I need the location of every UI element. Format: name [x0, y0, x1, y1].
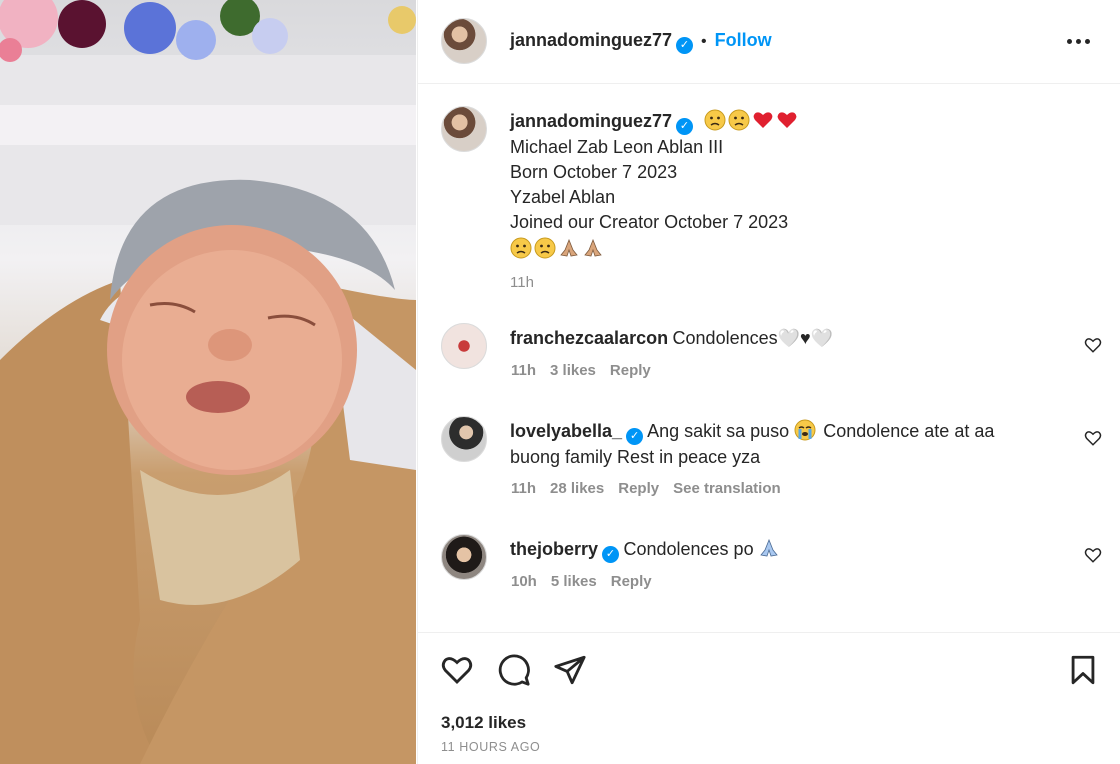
caption-username[interactable]: jannadominguez77: [510, 111, 672, 131]
more-icon[interactable]: [1067, 30, 1093, 54]
comment-like-heart-icon[interactable]: [1084, 336, 1102, 354]
comment-body: thejoberry ✓ Condolences po: [510, 537, 782, 563]
crying-face-icon: [510, 237, 532, 259]
comment-likes[interactable]: 3 likes: [550, 362, 596, 379]
folded-hands-icon: [584, 238, 602, 257]
commenter-avatar[interactable]: [441, 323, 487, 369]
comment-body: lovelyabella_ ✓ Ang sakit sa puso Condole…: [510, 419, 1070, 470]
comment-username[interactable]: thejoberry: [510, 539, 598, 559]
baby-photo-illustration: [0, 0, 416, 764]
comment-body: franchezcaalarcon Condolences🤍♥🤍: [510, 326, 833, 351]
commenter-avatar[interactable]: [441, 534, 487, 580]
caption-time[interactable]: 11h: [510, 274, 1090, 291]
reply-button[interactable]: Reply: [611, 573, 652, 590]
post-timestamp[interactable]: 11 HOURS AGO: [441, 740, 540, 754]
author-username[interactable]: jannadominguez77: [510, 30, 672, 50]
comment-text-line2: buong family Rest in peace yza: [510, 447, 761, 467]
comment-like-heart-icon[interactable]: [1084, 429, 1102, 447]
caption-first-line: jannadominguez77 ✓: [510, 109, 1090, 135]
share-icon[interactable]: [553, 653, 587, 687]
verified-icon: ✓: [626, 428, 644, 445]
comment-text: Condolences po: [623, 539, 754, 559]
verified-icon: ✓: [676, 37, 694, 54]
comment-time[interactable]: 11h: [511, 480, 536, 497]
comment-meta: 11h 3 likes Reply: [511, 362, 665, 379]
comment-likes[interactable]: 28 likes: [550, 480, 604, 497]
crying-face-icon: [534, 237, 556, 259]
post-details-panel: jannadominguez77 ✓ • Follow jannadominguez7…: [417, 0, 1120, 764]
follow-button[interactable]: Follow: [715, 30, 772, 50]
comment-time[interactable]: 11h: [511, 362, 536, 379]
folded-hands-icon: [560, 238, 578, 257]
heart-icon[interactable]: [440, 653, 474, 687]
reply-button[interactable]: Reply: [610, 362, 651, 379]
caption-line: Born October 7 2023: [510, 162, 678, 182]
post-header: jannadominguez77 ✓ • Follow: [418, 0, 1120, 84]
red-heart-icon: [777, 112, 797, 128]
post-actions: 3,012 likes 11 HOURS AGO: [418, 632, 1120, 764]
likes-count[interactable]: 3,012 likes: [441, 713, 526, 733]
comment-username[interactable]: lovelyabella_: [510, 421, 622, 441]
caption-content: jannadominguez77 ✓ Michael Zab Leon Ablan…: [510, 109, 1090, 291]
bookmark-icon[interactable]: [1066, 653, 1100, 687]
comment-meta: 10h 5 likes Reply: [511, 573, 666, 590]
comment-text: Ang sakit sa puso: [647, 421, 790, 441]
comment-likes[interactable]: 5 likes: [551, 573, 597, 590]
comment-first-line: lovelyabella_ ✓ Ang sakit sa puso Condole…: [510, 419, 1070, 445]
comment-meta: 11h 28 likes Reply See translation: [511, 480, 795, 497]
author-avatar[interactable]: [441, 18, 487, 64]
crying-face-icon: [704, 109, 726, 131]
reply-button[interactable]: Reply: [618, 480, 659, 497]
comment-icon[interactable]: [497, 653, 531, 687]
comment-username[interactable]: franchezcaalarcon: [510, 328, 668, 348]
caption-line: Michael Zab Leon Ablan III: [510, 137, 724, 157]
loudly-crying-face-icon: [794, 419, 816, 441]
comment-time[interactable]: 10h: [511, 573, 537, 590]
verified-icon: ✓: [676, 118, 694, 135]
separator-dot: •: [701, 33, 707, 50]
see-translation-link[interactable]: See translation: [673, 480, 781, 497]
folded-hands-icon: [760, 538, 778, 557]
red-heart-icon: [753, 112, 773, 128]
comment-text-continued: Condolence ate at aa: [823, 421, 995, 441]
post-photo[interactable]: [0, 0, 416, 764]
author-line: jannadominguez77 ✓ • Follow: [510, 30, 772, 54]
verified-icon: ✓: [602, 546, 620, 563]
caption-line: Joined our Creator October 7 2023: [510, 212, 789, 232]
caption-line: Yzabel Ablan: [510, 187, 616, 207]
comment-like-heart-icon[interactable]: [1084, 546, 1102, 564]
caption-emoji-line: [510, 237, 1090, 262]
comment-text: Condolences🤍♥🤍: [672, 328, 834, 348]
crying-face-icon: [728, 109, 750, 131]
caption-avatar[interactable]: [441, 106, 487, 152]
commenter-avatar[interactable]: [441, 416, 487, 462]
